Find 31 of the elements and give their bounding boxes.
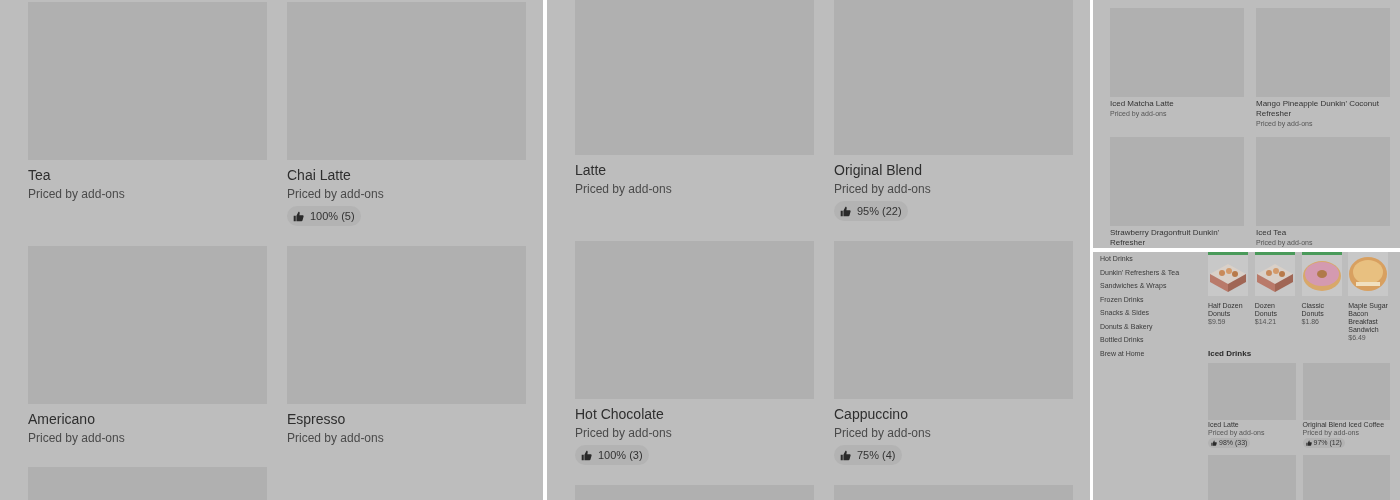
item-name: Chai Latte <box>287 166 352 185</box>
thumbs-up-icon <box>581 449 592 461</box>
thumbs-up-icon <box>293 210 304 222</box>
item-name: Espresso <box>287 410 347 429</box>
item-name: Cappuccino <box>834 405 909 424</box>
item-price: Priced by add-ons <box>575 181 673 198</box>
rating-text: 100% (5) <box>310 208 355 224</box>
item-price: Priced by add-ons <box>834 181 932 198</box>
rating-text: 95% (22) <box>857 203 902 219</box>
item-name: Strawberry Dragonfruit Dunkin' Refresher <box>1110 228 1221 248</box>
item-name: Iced Tea <box>1256 228 1288 238</box>
item-name: Americano <box>28 410 96 429</box>
thumbs-up-icon <box>840 449 851 461</box>
item-price: Priced by add-ons <box>575 425 673 442</box>
thumbs-up-icon <box>1211 440 1217 446</box>
item-price: Priced by add-ons <box>287 430 385 447</box>
thumbs-up-icon <box>1305 440 1312 446</box>
item-name: Original Blend <box>834 161 923 180</box>
item-price: Priced by add-ons <box>834 425 932 442</box>
item-name: Tea <box>28 166 52 185</box>
item-name: Iced Matcha Latte <box>1110 99 1175 109</box>
item-price: Priced by add-ons <box>287 186 385 203</box>
thumbs-up-icon <box>840 205 851 217</box>
section-title: Iced Drinks <box>1208 348 1253 360</box>
item-name: Mango Pineapple Dunkin' Coconut Refresher <box>1256 99 1380 119</box>
rating-text: 75% (4) <box>857 447 896 463</box>
item-price: Priced by add-ons <box>28 186 126 203</box>
rating-text: 100% (3) <box>598 447 643 463</box>
item-name: Hot Chocolate <box>575 405 665 424</box>
item-name: Latte <box>575 161 608 180</box>
item-price: Priced by add-ons <box>28 430 126 447</box>
